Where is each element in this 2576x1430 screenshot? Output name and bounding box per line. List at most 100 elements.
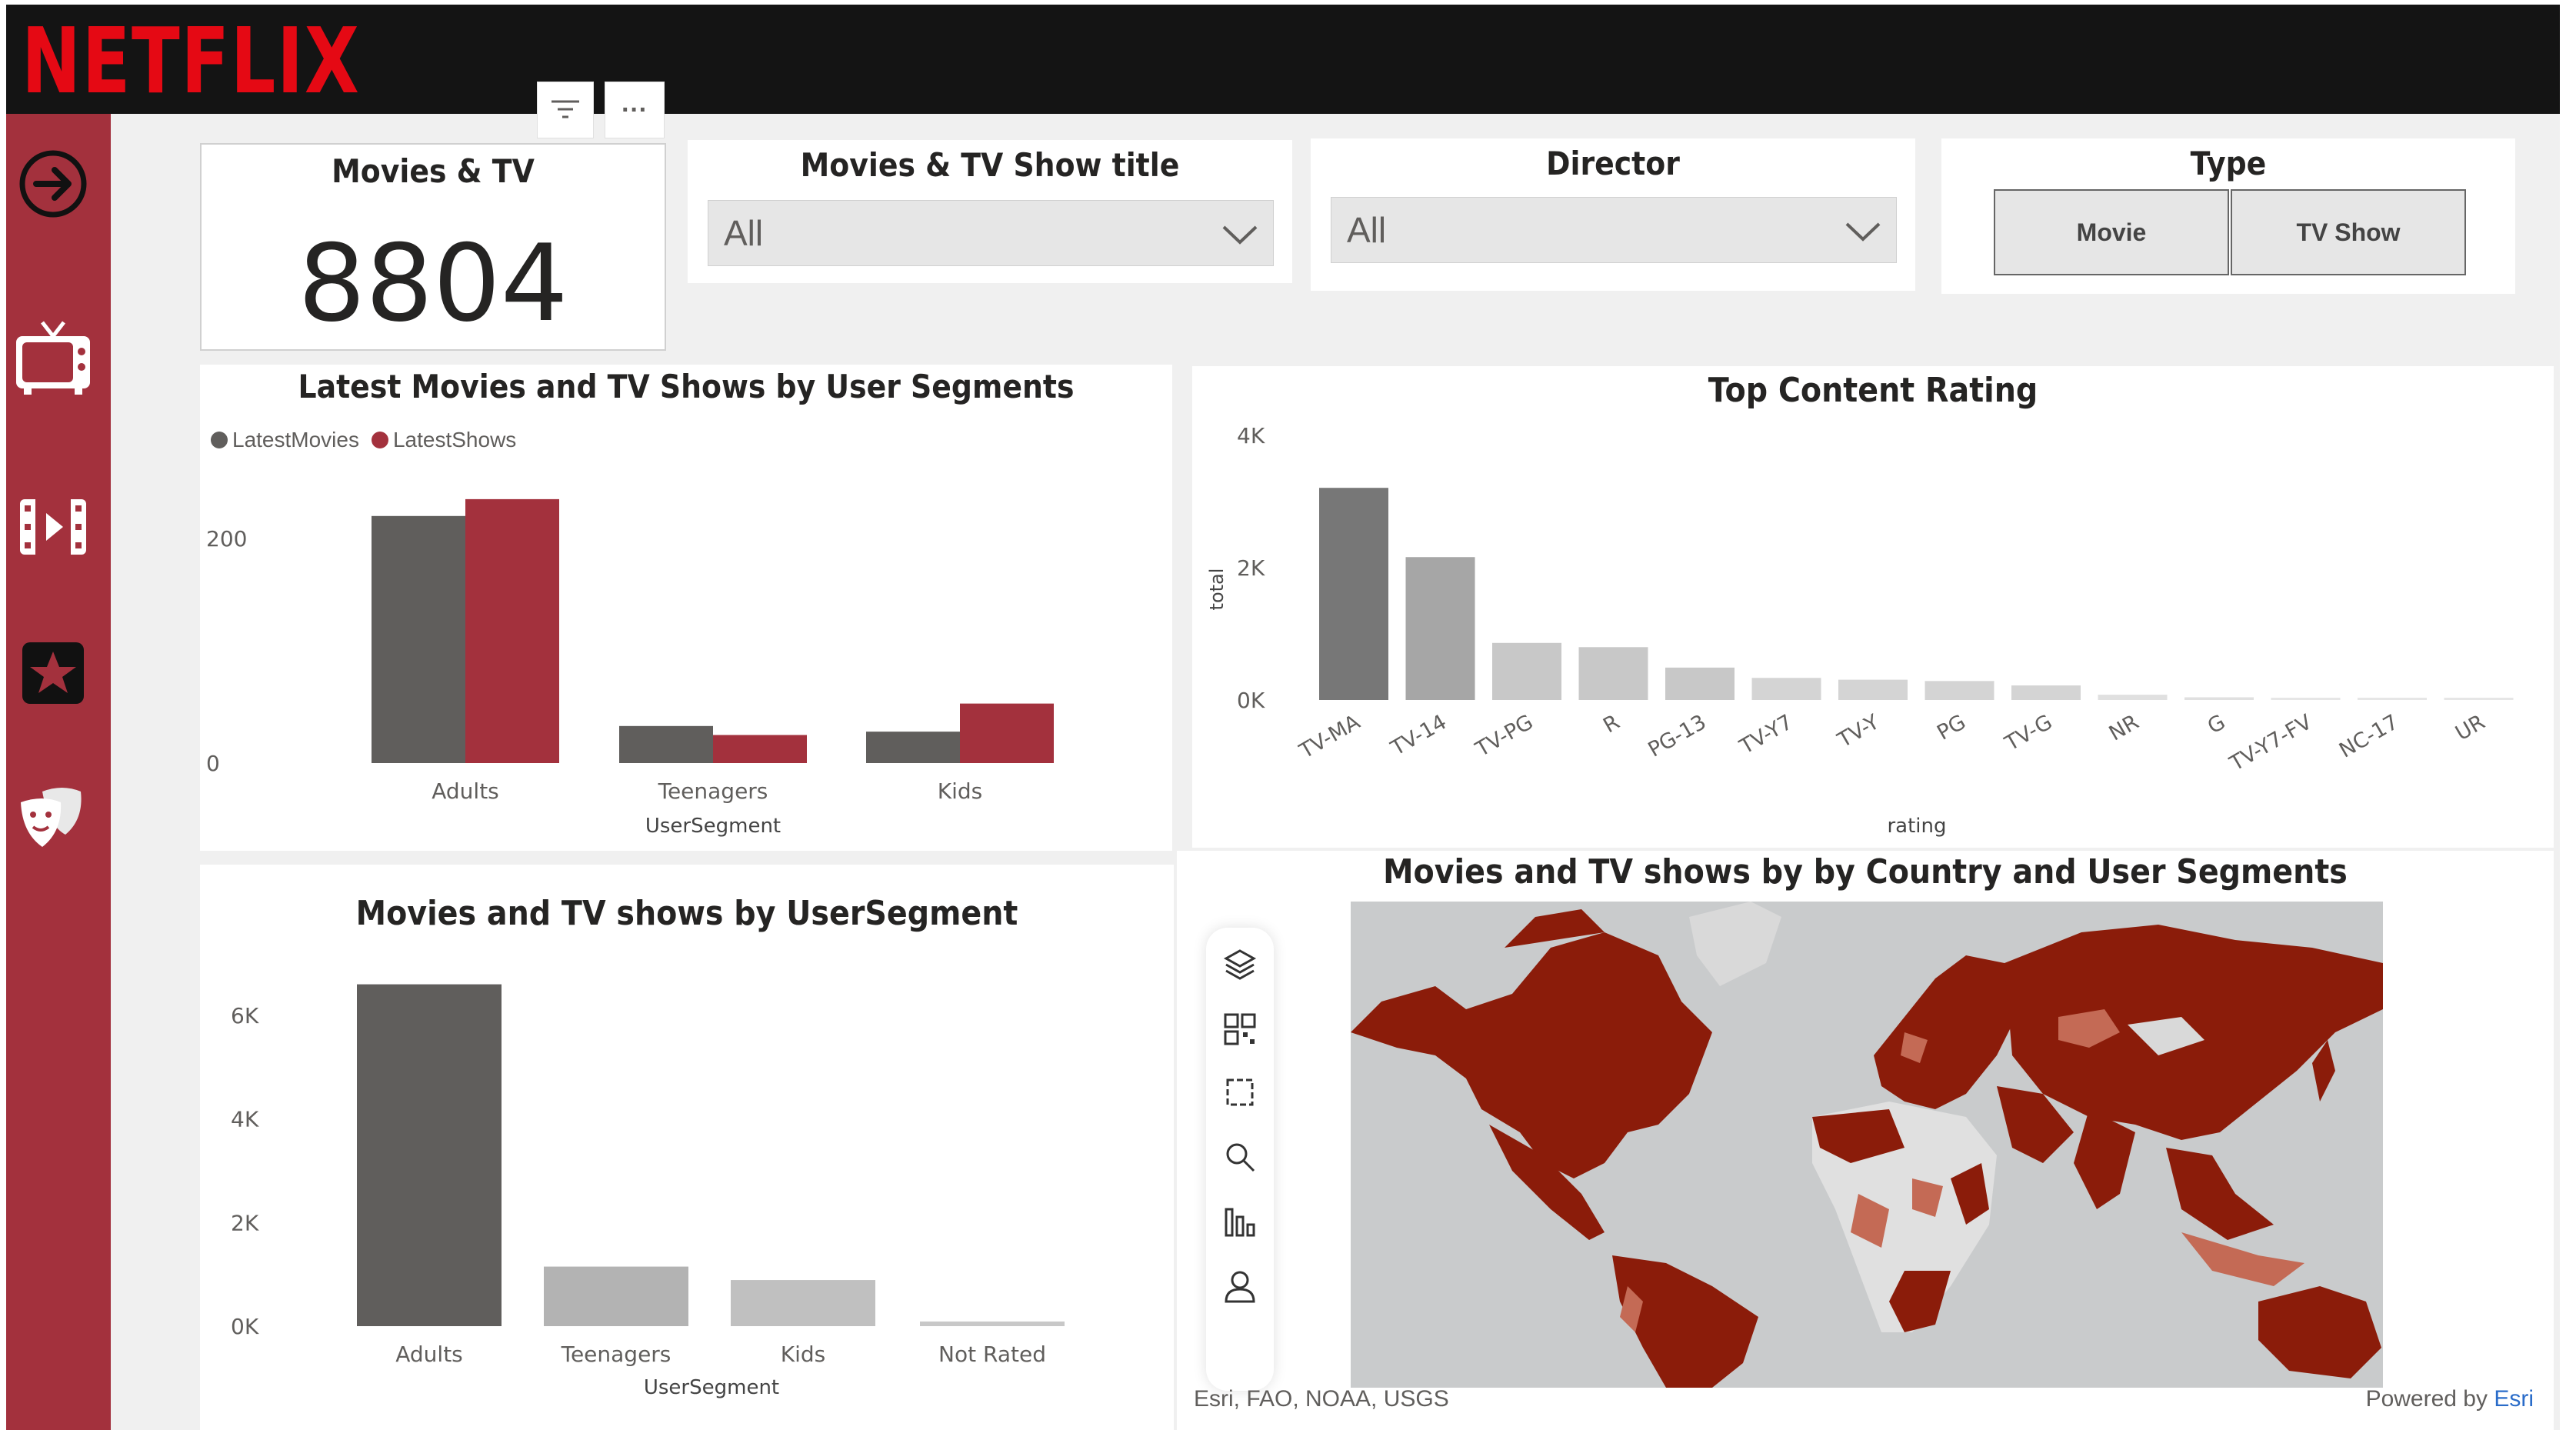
netflix-logo: NETFLIX — [22, 8, 361, 114]
bar-tv-ma — [1319, 488, 1388, 700]
bar-teenagers — [544, 1266, 688, 1326]
bar-tv-y7-fv — [2271, 698, 2341, 700]
x-tick-label: Not Rated — [938, 1342, 1046, 1367]
x-tick-label: Kids — [938, 778, 983, 804]
bar-latestmovies-kids — [866, 732, 960, 763]
theater-masks-icon[interactable] — [11, 775, 95, 860]
kpi-title: Movies & TV — [332, 152, 535, 190]
layers-icon[interactable] — [1217, 942, 1263, 988]
bar-chart-icon[interactable] — [1217, 1198, 1263, 1245]
director-slicer-label: Director — [1546, 145, 1680, 182]
x-tick-label: TV-G — [2001, 710, 2057, 756]
powered-by-prefix: Powered by — [2365, 1386, 2494, 1412]
map-title: Movies and TV shows by by Country and Us… — [1383, 852, 2348, 892]
y-tick-label: 0 — [206, 751, 220, 776]
x-tick-label: TV-PG — [1471, 710, 1538, 762]
x-tick-label: Adults — [432, 778, 499, 804]
qr-code-icon[interactable] — [1217, 1006, 1263, 1052]
bar-r — [1578, 647, 1648, 700]
bar-pg-13 — [1665, 667, 1735, 700]
filter-icon[interactable] — [537, 82, 594, 138]
director-dropdown[interactable]: All — [1331, 197, 1897, 263]
chevron-down-icon — [1222, 225, 1258, 245]
map-attribution: Esri, FAO, NOAA, USGS — [1194, 1386, 1449, 1412]
bar-adults — [357, 984, 502, 1326]
x-axis-label: rating — [1887, 815, 1946, 838]
y-tick-label: 2K — [1237, 555, 1265, 581]
world-map[interactable] — [1351, 902, 2383, 1388]
bar-nr — [2098, 695, 2168, 700]
y-tick-label: 0K — [1237, 688, 1265, 713]
type-slicer-label: Type — [2190, 145, 2267, 182]
latest-segments-chart: 0 200 Adults Teenagers Kids UserSegment — [206, 498, 1054, 838]
esri-link[interactable]: Esri — [2494, 1386, 2534, 1412]
title-dropdown[interactable]: All — [708, 200, 1274, 266]
x-axis-label: UserSegment — [644, 1376, 779, 1399]
bar-g — [2184, 697, 2254, 700]
star-icon[interactable] — [11, 631, 95, 715]
type-tv-show-button[interactable]: TV Show — [2231, 189, 2466, 275]
x-tick-label: G — [2204, 710, 2230, 738]
map-toolbar — [1206, 928, 1274, 1391]
x-tick-label: TV-Y — [1833, 710, 1884, 753]
title-dropdown-value: All — [724, 213, 764, 253]
bar-latestshows-adults — [465, 498, 559, 763]
tv-icon[interactable] — [11, 315, 95, 400]
x-tick-label: Adults — [395, 1342, 463, 1367]
bar-tv-14 — [1405, 557, 1475, 700]
x-tick-label: Kids — [781, 1342, 826, 1367]
type-movie-button[interactable]: Movie — [1994, 189, 2229, 275]
x-axis-label: UserSegment — [645, 815, 781, 838]
film-icon[interactable] — [11, 485, 95, 569]
person-icon[interactable] — [1217, 1263, 1263, 1309]
latest-segments-card: Latest Movies and TV Shows by User Segme… — [200, 365, 1172, 851]
bar-tv-pg — [1492, 642, 1561, 700]
chevron-down-icon — [1845, 222, 1881, 242]
bar-tv-y — [1838, 679, 1908, 700]
top-content-rating-card: Top Content Rating 0K 2K 4K total TV-MA TV-14… — [1192, 366, 2554, 848]
select-area-icon[interactable] — [1217, 1069, 1263, 1115]
y-tick-label: 4K — [231, 1107, 259, 1132]
bar-latestshows-kids — [960, 703, 1054, 763]
search-icon[interactable] — [1217, 1134, 1263, 1180]
x-tick-label: Teenagers — [658, 778, 768, 804]
top-content-rating-chart: 0K 2K 4K total TV-MA TV-14 TV-PG R PG-13 TV-Y7 TV-… — [1206, 423, 2514, 838]
y-axis-label: total — [1206, 568, 1228, 611]
x-tick-label: R — [1599, 710, 1624, 738]
x-tick-label: UR — [2451, 710, 2489, 745]
more-options-button[interactable]: ··· — [605, 82, 665, 138]
x-tick-label: TV-Y7-FV — [2225, 710, 2316, 776]
bar-tv-y7 — [1751, 678, 1821, 700]
bar-not-rated — [920, 1321, 1065, 1326]
navigate-arrow-icon[interactable] — [11, 142, 95, 226]
bar-ur — [2444, 698, 2514, 700]
sidebar — [6, 114, 111, 1430]
segment-chart: 0K 2K 4K 6K Adults Teenagers Kids Not Rated User… — [231, 984, 1065, 1399]
bar-pg — [1925, 681, 1994, 700]
x-tick-label: TV-14 — [1387, 710, 1451, 761]
segment-card: Movies and TV shows by UserSegment 0K 2K 4… — [200, 865, 1174, 1430]
bar-kids — [731, 1280, 875, 1326]
y-tick-label: 6K — [231, 1003, 259, 1028]
director-dropdown-value: All — [1347, 210, 1387, 250]
bar-latestshows-teenagers — [713, 735, 807, 763]
bar-tv-g — [2011, 685, 2081, 700]
x-tick-label: NC-17 — [2335, 710, 2403, 762]
y-tick-label: 0K — [231, 1314, 259, 1339]
x-tick-label: TV-MA — [1295, 710, 1365, 764]
y-tick-label: 200 — [206, 526, 247, 552]
title-slicer-label: Movies & TV Show title — [800, 146, 1180, 184]
x-tick-label: Teenagers — [561, 1342, 671, 1367]
header-bar: NETFLIX — [6, 5, 2560, 114]
type-slicer: Type Movie TV Show — [1941, 138, 2515, 294]
x-tick-label: NR — [2105, 710, 2143, 745]
powered-by: Powered by Esri — [2366, 1386, 2534, 1412]
bar-latestmovies-teenagers — [619, 725, 713, 763]
director-slicer: Director All — [1311, 138, 1915, 291]
map-card: Movies and TV shows by by Country and Us… — [1177, 851, 2554, 1430]
kpi-value: 8804 — [298, 222, 568, 345]
x-tick-label: PG — [1933, 710, 1970, 745]
bar-latestmovies-adults — [372, 515, 465, 763]
bar-nc-17 — [2358, 698, 2427, 700]
world-map-shapes — [1351, 902, 2383, 1388]
